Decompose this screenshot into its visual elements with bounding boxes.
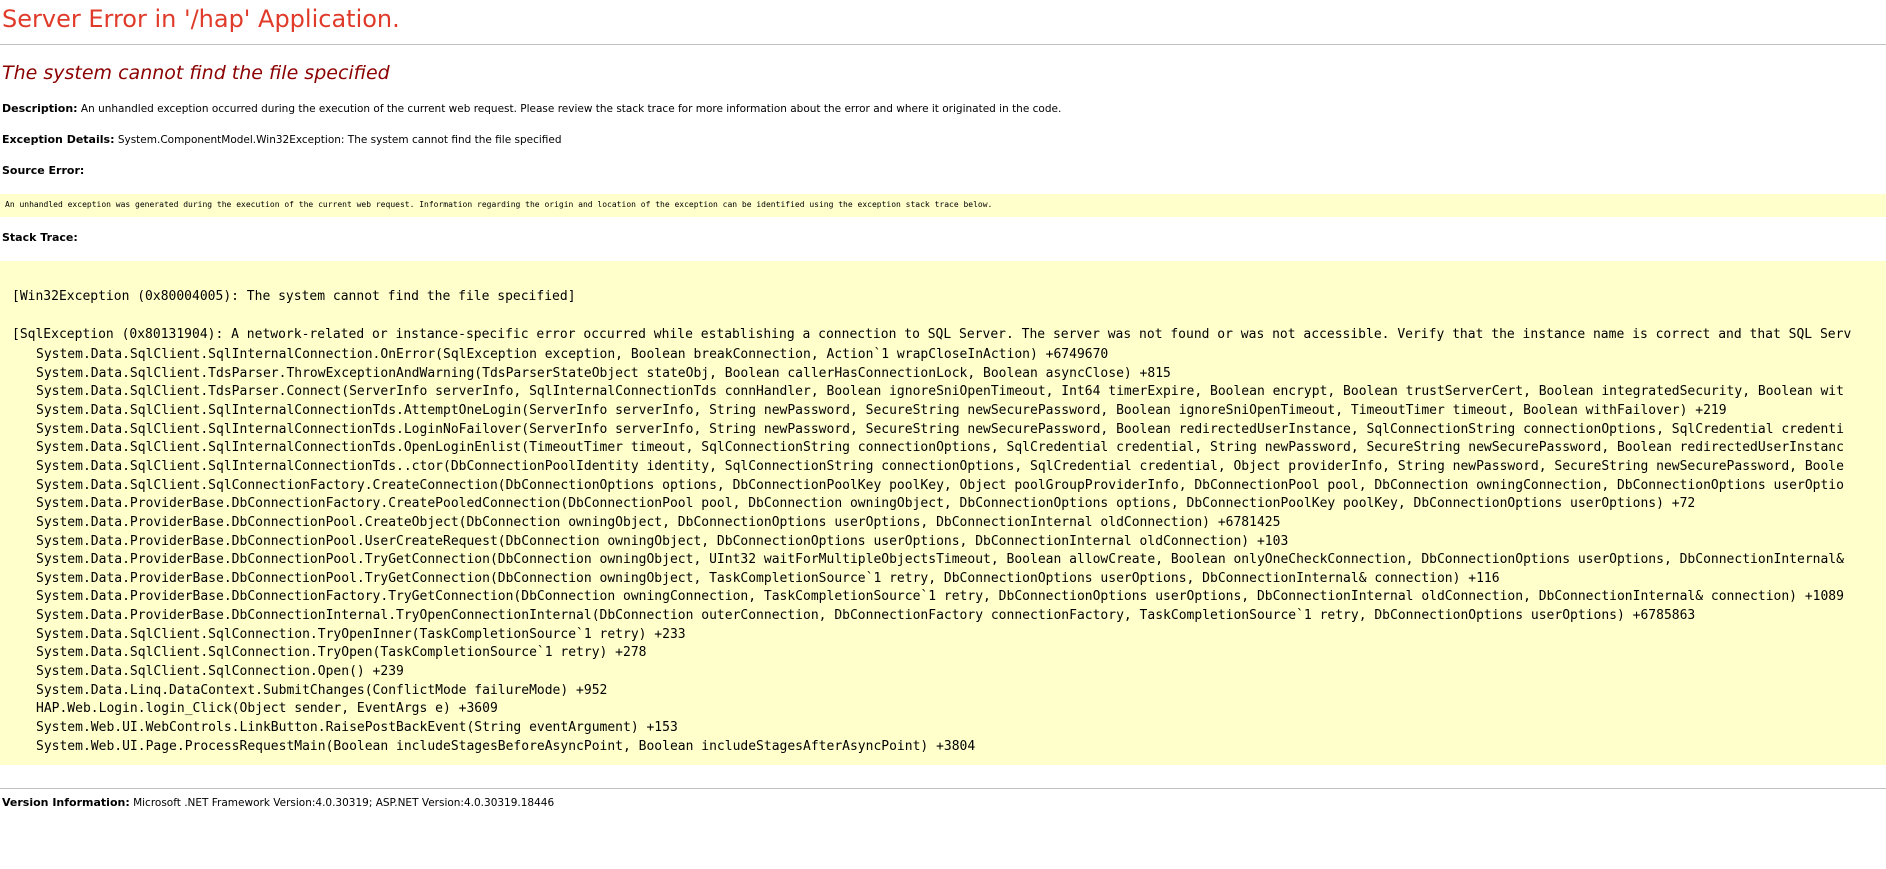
stack-frame-line: System.Data.SqlClient.SqlInternalConnect…	[36, 458, 1844, 474]
source-error-text: An unhandled exception was generated dur…	[5, 200, 993, 209]
stack-frame-line: System.Data.SqlClient.SqlInternalConnect…	[36, 347, 1109, 362]
description-label: Description:	[2, 102, 78, 115]
error-heading: The system cannot find the file specifie…	[2, 62, 390, 84]
stack-frame-line: System.Data.ProviderBase.DbConnectionPoo…	[36, 552, 1844, 568]
stack-trace-box: [Win32Exception (0x80004005): The system…	[0, 261, 1886, 765]
stack-frame-line: System.Data.SqlClient.SqlInternalConnect…	[36, 402, 1727, 418]
stack-frame-line: System.Data.ProviderBase.DbConnectionPoo…	[36, 514, 1281, 530]
top-divider	[0, 44, 1886, 45]
stack-frame-line: System.Data.SqlClient.SqlConnection.TryO…	[36, 645, 647, 661]
stack-frame-line: System.Data.ProviderBase.DbConnectionInt…	[36, 608, 1696, 624]
stack-trace-label: Stack Trace:	[2, 231, 78, 244]
source-error-label: Source Error:	[2, 164, 85, 177]
stack-frame-line: HAP.Web.Login.login_Click(Object sender,…	[36, 701, 498, 717]
exception-details-label: Exception Details:	[2, 133, 115, 146]
stack-frame-line: System.Web.UI.WebControls.LinkButton.Rai…	[36, 720, 678, 735]
stack-frame-line: System.Data.SqlClient.TdsParser.ThrowExc…	[36, 365, 1171, 381]
stack-frame-line: System.Data.SqlClient.SqlInternalConnect…	[36, 421, 1844, 437]
version-info-label: Version Information:	[2, 796, 130, 809]
win32-exception-line: [Win32Exception (0x80004005): The system…	[12, 289, 576, 304]
exception-details-text: System.ComponentModel.Win32Exception: Th…	[117, 134, 562, 146]
version-info-row: Version Information: Microsoft .NET Fram…	[2, 796, 554, 809]
sql-exception-line: [SqlException (0x80131904): A network-re…	[12, 327, 1852, 342]
stack-frame-line: System.Data.ProviderBase.DbConnectionFac…	[36, 589, 1844, 605]
stack-frame-line: System.Data.Linq.DataContext.SubmitChang…	[36, 682, 608, 698]
stack-frame-line: System.Data.SqlClient.SqlConnection.Open…	[36, 664, 404, 680]
description-text: An unhandled exception occurred during t…	[80, 103, 1062, 115]
stack-frame-line: System.Data.SqlClient.SqlConnectionFacto…	[36, 477, 1844, 493]
stack-frame-line: System.Data.ProviderBase.DbConnectionFac…	[36, 496, 1696, 512]
stack-frame-line: System.Data.SqlClient.SqlConnection.TryO…	[36, 626, 686, 642]
source-error-box: An unhandled exception was generated dur…	[0, 194, 1886, 217]
bottom-divider	[0, 788, 1886, 789]
description-row: Description: An unhandled exception occu…	[2, 102, 1061, 115]
stack-frame-line: System.Data.SqlClient.SqlInternalConnect…	[36, 440, 1844, 456]
page-title: Server Error in '/hap' Application.	[2, 5, 400, 33]
exception-details-row: Exception Details: System.ComponentModel…	[2, 133, 562, 146]
stack-frame-line: System.Data.ProviderBase.DbConnectionPoo…	[36, 570, 1500, 586]
version-info-text: Microsoft .NET Framework Version:4.0.303…	[133, 797, 555, 809]
stack-frame-line: System.Data.ProviderBase.DbConnectionPoo…	[36, 533, 1289, 549]
stack-frame-line: System.Web.UI.Page.ProcessRequestMain(Bo…	[36, 738, 976, 754]
stack-frame-line: System.Data.SqlClient.TdsParser.Connect(…	[36, 384, 1844, 400]
